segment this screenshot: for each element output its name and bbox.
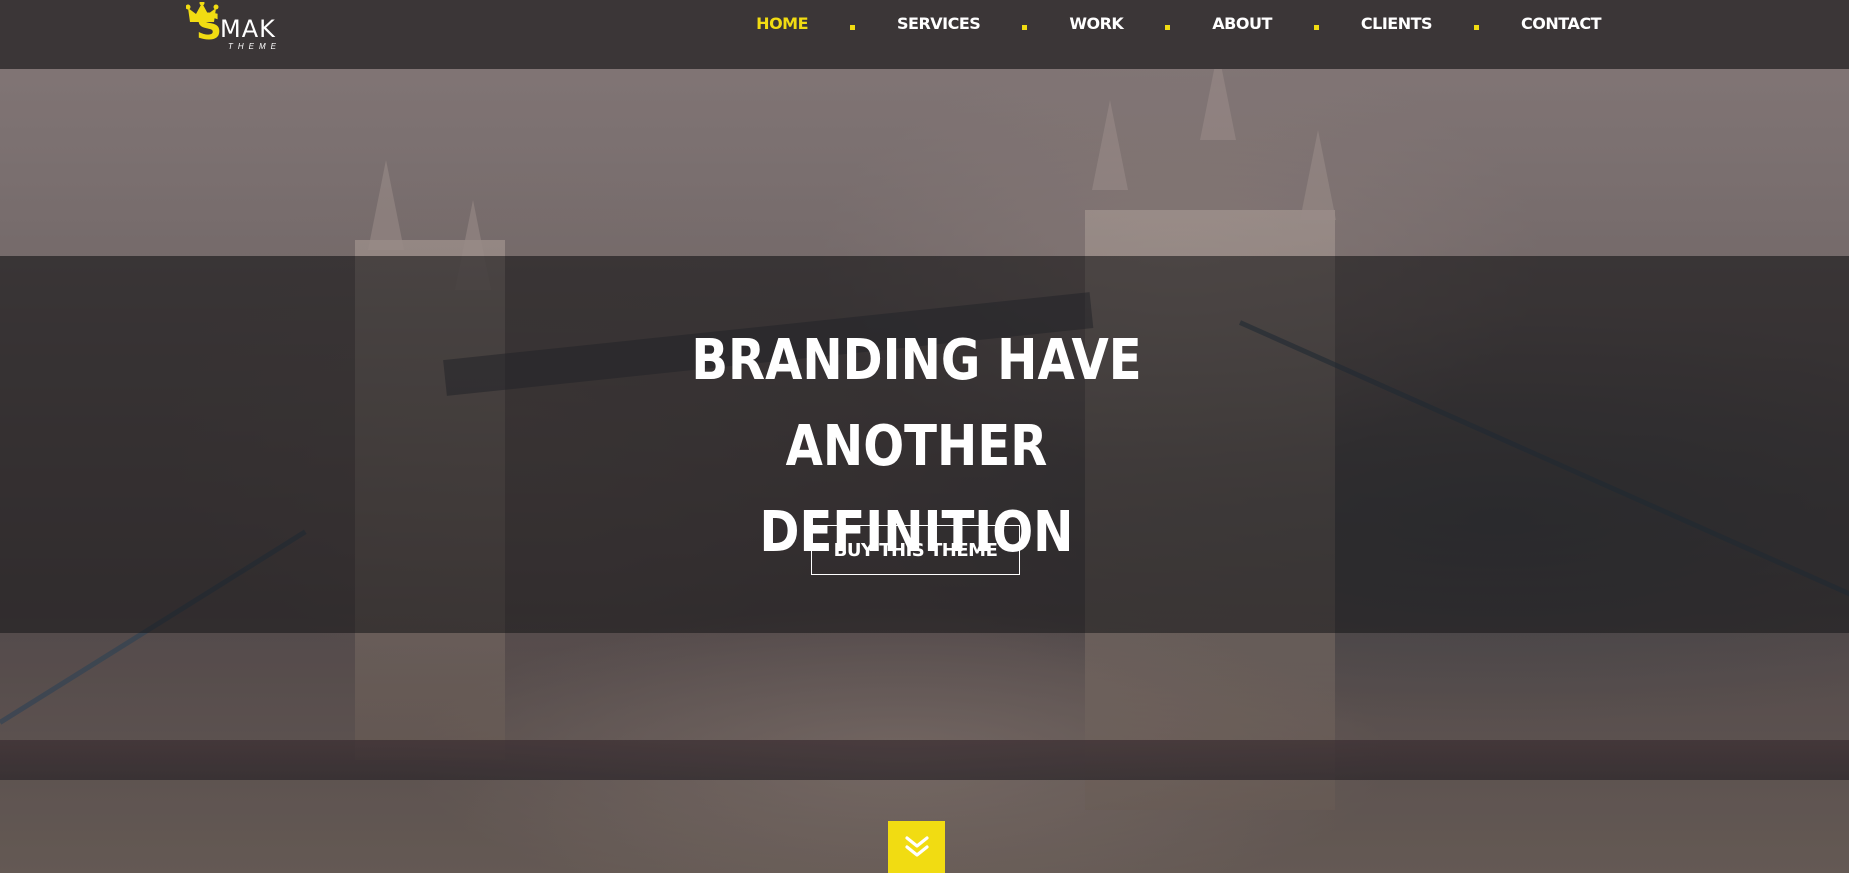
- nav-separator: [1022, 24, 1028, 30]
- nav-services[interactable]: SERVICES: [897, 14, 981, 33]
- nav-contact[interactable]: CONTACT: [1521, 14, 1601, 33]
- hero-title-line1: BRANDING HAVE ANOTHER: [691, 328, 1142, 479]
- nav-work[interactable]: WORK: [1069, 14, 1123, 33]
- overlay-top: [0, 69, 1849, 256]
- logo[interactable]: S MAK THEME: [186, 2, 296, 52]
- logo-name: MAK: [220, 15, 276, 43]
- nav-separator: [850, 24, 856, 30]
- nav-clients[interactable]: CLIENTS: [1361, 14, 1433, 33]
- double-chevron-down-icon: [904, 836, 929, 857]
- scroll-down-button[interactable]: [888, 821, 945, 873]
- nav-separator: [1474, 24, 1480, 30]
- buy-theme-button[interactable]: BUY THIS THEME: [811, 525, 1020, 575]
- logo-tagline: THEME: [228, 42, 281, 51]
- main-nav: HOME SERVICES WORK ABOUT CLIENTS CONTACT: [756, 0, 1601, 46]
- page: S MAK THEME HOME SERVICES WORK ABOUT CLI…: [0, 0, 1849, 873]
- nav-separator: [1313, 24, 1319, 30]
- nav-home[interactable]: HOME: [756, 14, 808, 33]
- nav-separator: [1165, 24, 1171, 30]
- logo-initial: S: [196, 7, 222, 48]
- navbar: S MAK THEME HOME SERVICES WORK ABOUT CLI…: [0, 0, 1849, 69]
- nav-about[interactable]: ABOUT: [1212, 14, 1272, 33]
